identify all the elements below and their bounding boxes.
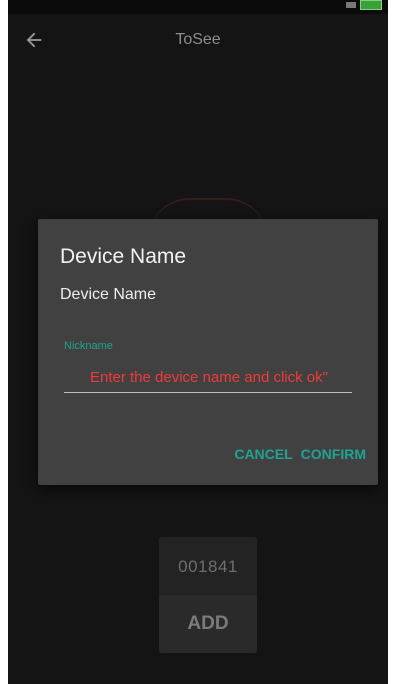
app-bar: ToSee xyxy=(8,14,388,70)
dialog-message: Device Name xyxy=(60,286,157,303)
battery-icon xyxy=(360,0,382,10)
cancel-button[interactable]: CANCEL xyxy=(234,446,292,462)
add-button[interactable]: ADD xyxy=(159,595,257,653)
device-id: 001841 xyxy=(178,557,238,576)
confirm-button[interactable]: CONFIRM xyxy=(301,446,366,462)
nickname-input[interactable] xyxy=(64,365,352,393)
device-card: 001841 ADD xyxy=(159,537,257,653)
dialog-actions: CANCEL CONFIRM xyxy=(234,446,366,462)
signal-icon xyxy=(346,2,356,8)
device-name-dialog: Device Name Device Name Nickname CANCEL … xyxy=(38,219,378,485)
page-title: ToSee xyxy=(175,31,221,48)
status-bar xyxy=(8,0,388,14)
nickname-label: Nickname xyxy=(64,340,113,352)
phone-screen: ToSee 001841 ADD Device Name Device Name… xyxy=(8,0,388,684)
status-icons xyxy=(346,0,382,10)
dialog-title: Device Name xyxy=(60,245,187,268)
